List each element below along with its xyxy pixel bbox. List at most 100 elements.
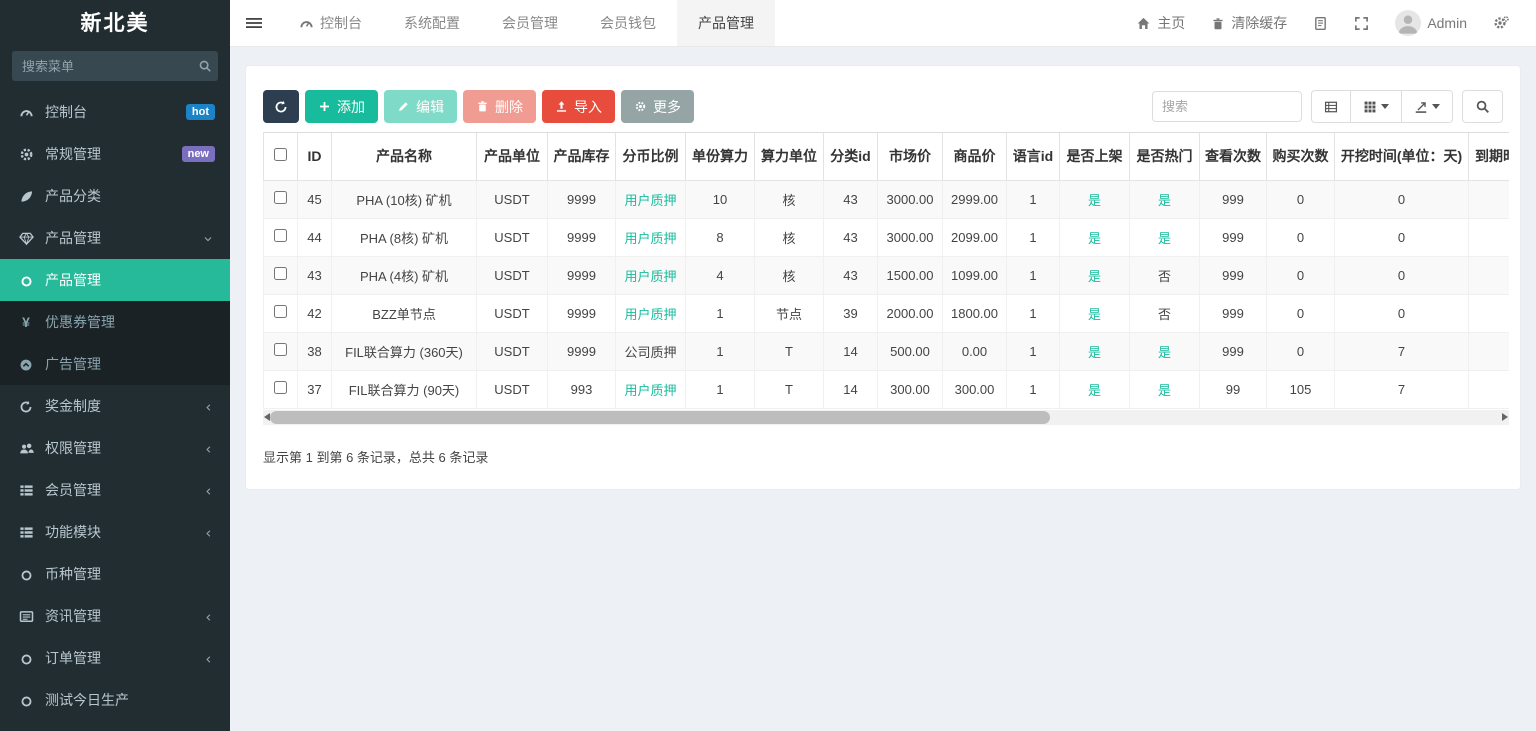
row-checkbox[interactable] — [274, 343, 287, 356]
tab-system-config[interactable]: 系统配置 — [383, 0, 481, 46]
cell-category-id: 39 — [823, 293, 878, 333]
row-checkbox[interactable] — [274, 381, 287, 394]
cell-stock: 9999 — [547, 179, 616, 219]
row-checkbox[interactable] — [274, 305, 287, 318]
product-submenu: 产品管理 ¥ 优惠券管理 广告管理 — [0, 259, 230, 385]
sidebar-item-coupon-management[interactable]: ¥ 优惠券管理 — [0, 301, 230, 343]
language-file-icon[interactable] — [1300, 16, 1341, 31]
delete-button[interactable]: 删除 — [463, 90, 536, 123]
cell-buy-count: 105 — [1266, 369, 1335, 409]
app-logo: 新北美 — [80, 12, 150, 35]
cell-category-id: 43 — [823, 217, 878, 257]
sidebar-item-general[interactable]: 常规管理 new — [0, 133, 230, 175]
sidebar-item-member-management[interactable]: 会员管理 — [0, 469, 230, 511]
avatar — [1395, 10, 1422, 36]
circle-icon — [15, 566, 37, 582]
export-button[interactable] — [1402, 90, 1453, 123]
add-button[interactable]: 添加 — [305, 90, 378, 123]
cell-is-hot[interactable]: 否 — [1129, 293, 1200, 333]
cell-market-price: 500.00 — [877, 331, 943, 371]
sidebar-item-order-management[interactable]: 订单管理 — [0, 637, 230, 679]
sidebar-search — [12, 51, 218, 81]
cell-power-unit: T — [754, 331, 824, 371]
scroll-right-arrow-icon[interactable] — [1502, 412, 1508, 421]
cell-ratio[interactable]: 用户质押 — [615, 293, 686, 333]
cell-stock: 9999 — [547, 255, 616, 295]
username: Admin — [1427, 15, 1467, 31]
cell-ratio[interactable]: 用户质押 — [615, 255, 686, 295]
column-header-power: 单份算力 — [685, 133, 755, 181]
cell-ratio[interactable]: 用户质押 — [615, 179, 686, 219]
cell-on-shelf[interactable]: 是 — [1059, 255, 1130, 295]
fullscreen-icon[interactable] — [1341, 16, 1382, 31]
scrollbar-thumb[interactable] — [270, 410, 1050, 424]
cell-view-count: 999 — [1199, 217, 1267, 257]
sidebar-search-input[interactable] — [22, 58, 198, 74]
sidebar-item-ad-management[interactable]: 广告管理 — [0, 343, 230, 385]
cell-on-shelf[interactable]: 是 — [1059, 179, 1130, 219]
cell-power: 1 — [685, 369, 755, 409]
more-button[interactable]: 更多 — [621, 90, 694, 123]
cell-is-hot[interactable]: 是 — [1129, 369, 1200, 409]
sidebar-item-function-modules[interactable]: 功能模块 — [0, 511, 230, 553]
sidebar-item-test-today-production[interactable]: 测试今日生产 — [0, 679, 230, 721]
sidebar-item-label: 权限管理 — [45, 440, 101, 456]
cell-is-hot[interactable]: 是 — [1129, 331, 1200, 371]
sidebar-item-product-management-sub[interactable]: 产品管理 — [0, 259, 230, 301]
edit-button[interactable]: 编辑 — [384, 90, 457, 123]
sidebar-item-label: 常规管理 — [45, 146, 101, 162]
chevron-left-icon — [201, 608, 215, 624]
sidebar-item-permission-management[interactable]: 权限管理 — [0, 427, 230, 469]
cell-on-shelf[interactable]: 是 — [1059, 369, 1130, 409]
table-search-input[interactable] — [1152, 91, 1302, 122]
user-menu[interactable]: Admin — [1382, 10, 1480, 36]
row-checkbox[interactable] — [274, 191, 287, 204]
cell-is-hot[interactable]: 是 — [1129, 217, 1200, 257]
row-checkbox[interactable] — [274, 229, 287, 242]
chevron-left-icon — [201, 524, 215, 540]
detail-view-button[interactable] — [1311, 90, 1351, 123]
row-checkbox[interactable] — [274, 267, 287, 280]
cell-view-count: 999 — [1199, 179, 1267, 219]
tab-product-management[interactable]: 产品管理 — [677, 0, 775, 46]
cell-market-price: 300.00 — [877, 369, 943, 409]
sidebar-item-news-management[interactable]: 资讯管理 — [0, 595, 230, 637]
cell-is-hot[interactable]: 是 — [1129, 179, 1200, 219]
tab-member-management[interactable]: 会员管理 — [481, 0, 579, 46]
main-area: 控制台 系统配置 会员管理 会员钱包 产品管理 主页 清除缓存 Admin 添加… — [230, 0, 1536, 731]
columns-button[interactable] — [1351, 90, 1402, 123]
cell-ratio[interactable]: 用户质押 — [615, 369, 686, 409]
clear-cache-link[interactable]: 清除缓存 — [1198, 13, 1300, 33]
sidebar-item-currency-management[interactable]: 币种管理 — [0, 553, 230, 595]
tab-member-wallet[interactable]: 会员钱包 — [579, 0, 677, 46]
select-all-checkbox[interactable] — [274, 148, 287, 162]
cell-ratio[interactable]: 用户质押 — [615, 217, 686, 257]
cell-on-shelf[interactable]: 是 — [1059, 293, 1130, 333]
home-link[interactable]: 主页 — [1123, 13, 1198, 33]
settings-gear-icon[interactable] — [1480, 15, 1522, 31]
cell-goods-price: 2999.00 — [942, 179, 1007, 219]
sidebar-item-product-management[interactable]: 产品管理 — [0, 217, 230, 259]
cell-on-shelf[interactable]: 是 — [1059, 217, 1130, 257]
horizontal-scrollbar[interactable] — [263, 409, 1509, 425]
cell-is-hot[interactable]: 否 — [1129, 255, 1200, 295]
cell-on-shelf[interactable]: 是 — [1059, 331, 1130, 371]
cell-lang-id: 1 — [1006, 179, 1060, 219]
row-select-cell — [263, 217, 298, 257]
tab-dashboard[interactable]: 控制台 — [278, 0, 383, 46]
hamburger-icon[interactable] — [230, 0, 278, 46]
sidebar-item-bonus-system[interactable]: 奖金制度 — [0, 385, 230, 427]
refresh-button[interactable] — [263, 90, 299, 123]
clear-cache-label: 清除缓存 — [1231, 15, 1288, 31]
cell-unit: USDT — [476, 331, 548, 371]
cell-power: 8 — [685, 217, 755, 257]
sidebar-item-product-category[interactable]: 产品分类 — [0, 175, 230, 217]
cell-buy-count: 0 — [1266, 179, 1335, 219]
cell-power: 4 — [685, 255, 755, 295]
view-button-group — [1311, 90, 1453, 123]
search-button[interactable] — [1462, 90, 1503, 123]
column-header-market-price: 市场价 — [877, 133, 943, 181]
cell-ratio[interactable]: 公司质押 — [615, 331, 686, 371]
sidebar-item-dashboard[interactable]: 控制台 hot — [0, 91, 230, 133]
import-button[interactable]: 导入 — [542, 90, 615, 123]
